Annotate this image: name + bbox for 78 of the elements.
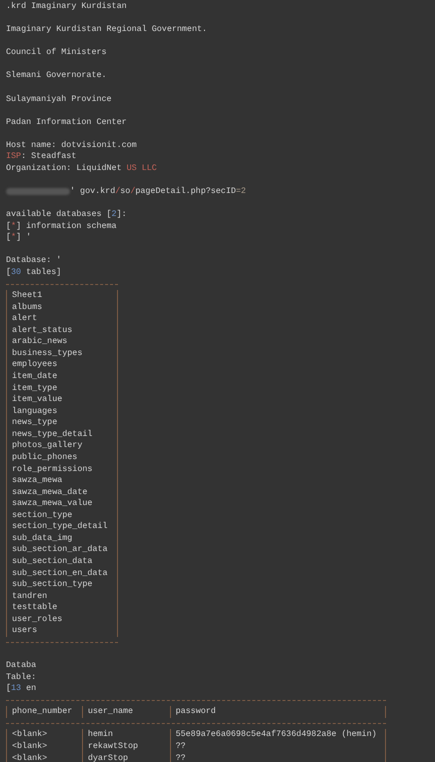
terminal-text: ] ' [16, 232, 32, 244]
table-name: sawza_mewa_date [12, 486, 88, 497]
table-name: public_phones [12, 452, 78, 462]
table-name: item_type [12, 382, 58, 393]
table-name: employees [12, 359, 58, 370]
terminal-text: Sulaymaniyah Province [6, 94, 112, 106]
terminal-text: Databa [6, 660, 36, 672]
table-name: sub_section_en_data [12, 568, 108, 578]
terminal-text: Organization: LiquidNet [6, 162, 123, 174]
terminal-text: US LLC [126, 162, 157, 174]
terminal-text: [ [6, 220, 12, 232]
table-name: news_type [12, 417, 58, 428]
terminal-text: [ [6, 232, 12, 244]
terminal-text: : Steadfast [21, 151, 76, 163]
table-cell: rekawtStop [88, 741, 138, 751]
terminal-text: available databases [ [6, 209, 112, 221]
table-name: sawza_mewa_value [12, 498, 92, 508]
terminal-text: .krd Imaginary Kurdistan [6, 1, 127, 13]
table-name: arabic_news [12, 336, 68, 346]
table-name: user_roles [12, 614, 62, 624]
table-name: photos_gallery [12, 440, 82, 450]
column-header: password [176, 706, 216, 716]
terminal-text: Council of Ministers [6, 47, 107, 59]
table-name: section_type_detail [12, 521, 108, 532]
terminal-text: Padan Information Center [6, 116, 127, 128]
terminal-text: / [130, 186, 136, 198]
table-name: role_permissions [12, 464, 92, 474]
table-name: section_type [12, 510, 72, 520]
terminal-text: 2 [112, 209, 117, 221]
terminal-text: 13 [11, 683, 22, 695]
table-name: Sheet1 [12, 290, 42, 300]
terminal-text: ISP [6, 151, 22, 163]
table-name: albums [12, 302, 42, 312]
terminal-text: / [115, 186, 120, 198]
table-cell: ?? [176, 752, 186, 762]
terminal-text: ]: [116, 209, 127, 221]
table-name: users [12, 625, 38, 636]
table-name: alert [12, 313, 38, 324]
terminal-text: Slemani Governorate. [6, 70, 107, 82]
table-cell: ?? [176, 741, 186, 751]
terminal-text: Host name: dotvisionit.com [6, 140, 137, 152]
terminal-text: ' gov.krd [70, 186, 116, 198]
terminal-text: pageDetail.php?secID [135, 186, 236, 198]
table-name: sub_section_data [12, 556, 92, 566]
table-cell: hemin [88, 729, 113, 740]
table-name: business_types [12, 348, 82, 358]
column-header: user_name [88, 706, 134, 716]
table-cell: 55e89a7e6a0698c5e4af7636d4982a8e (hemin) [176, 729, 377, 740]
redaction [6, 188, 70, 196]
table-name: item_value [12, 394, 62, 404]
terminal-text: 30 [11, 266, 22, 278]
terminal-text: [ [6, 683, 12, 695]
table-cell: <blank> [12, 729, 48, 740]
table-cell: dyarStop [88, 752, 128, 762]
column-header: phone_number [12, 706, 72, 716]
table-name: testtable [12, 602, 58, 612]
terminal-text: Table: [6, 672, 36, 684]
table-name: tandren [12, 590, 48, 601]
table-name: sub_section_type [12, 579, 92, 590]
terminal-text: so [120, 186, 130, 198]
table-name: sawza_mewa [12, 475, 62, 486]
table-name: sub_section_ar_data [12, 544, 108, 554]
table-name: alert_status [12, 324, 72, 335]
table-name: sub_data_img [12, 532, 72, 543]
table-cell: <blank> [12, 741, 48, 751]
terminal-text: Imaginary Kurdistan Regional Government. [6, 24, 208, 36]
terminal-text: [ [6, 266, 12, 278]
terminal-text: tables] [25, 266, 62, 278]
table-name: languages [12, 406, 58, 416]
terminal-text: en [25, 683, 36, 695]
terminal-text: Database: ' [6, 255, 62, 267]
terminal-text: * [11, 220, 16, 232]
table-name: news_type_detail [12, 428, 92, 439]
table-cell: <blank> [12, 752, 48, 762]
table-name: item_date [12, 371, 58, 381]
terminal-text: * [11, 232, 16, 244]
terminal-text: =2 [236, 186, 246, 198]
terminal-text: ] information schema [16, 220, 117, 232]
